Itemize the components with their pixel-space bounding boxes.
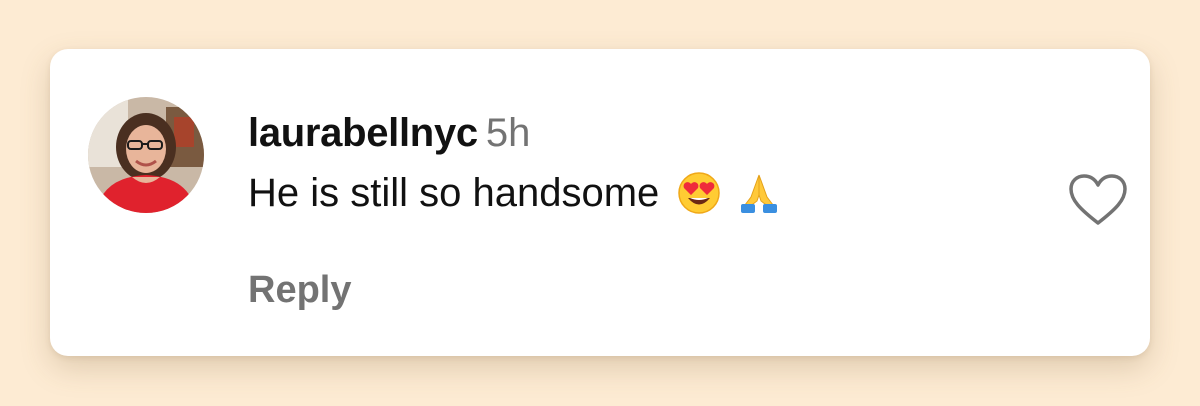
avatar-photo — [88, 97, 204, 213]
comment-body: He is still so handsome — [248, 167, 1030, 219]
comment-card: laurabellnyc5h He is still so handsome — [50, 49, 1150, 356]
avatar[interactable] — [88, 97, 204, 213]
heart-eyes-emoji — [677, 171, 721, 215]
timestamp[interactable]: 5h — [486, 111, 531, 155]
username[interactable]: laurabellnyc — [248, 111, 478, 155]
heart-outline-icon[interactable] — [1068, 173, 1128, 227]
folded-hands-emoji — [737, 171, 781, 215]
reply-button[interactable]: Reply — [248, 269, 351, 312]
comment-header: laurabellnyc 5h — [248, 107, 1030, 159]
comment-content: laurabellnyc 5h He is still so handsome — [248, 107, 1030, 219]
comment-text: He is still so handsome — [248, 171, 660, 215]
